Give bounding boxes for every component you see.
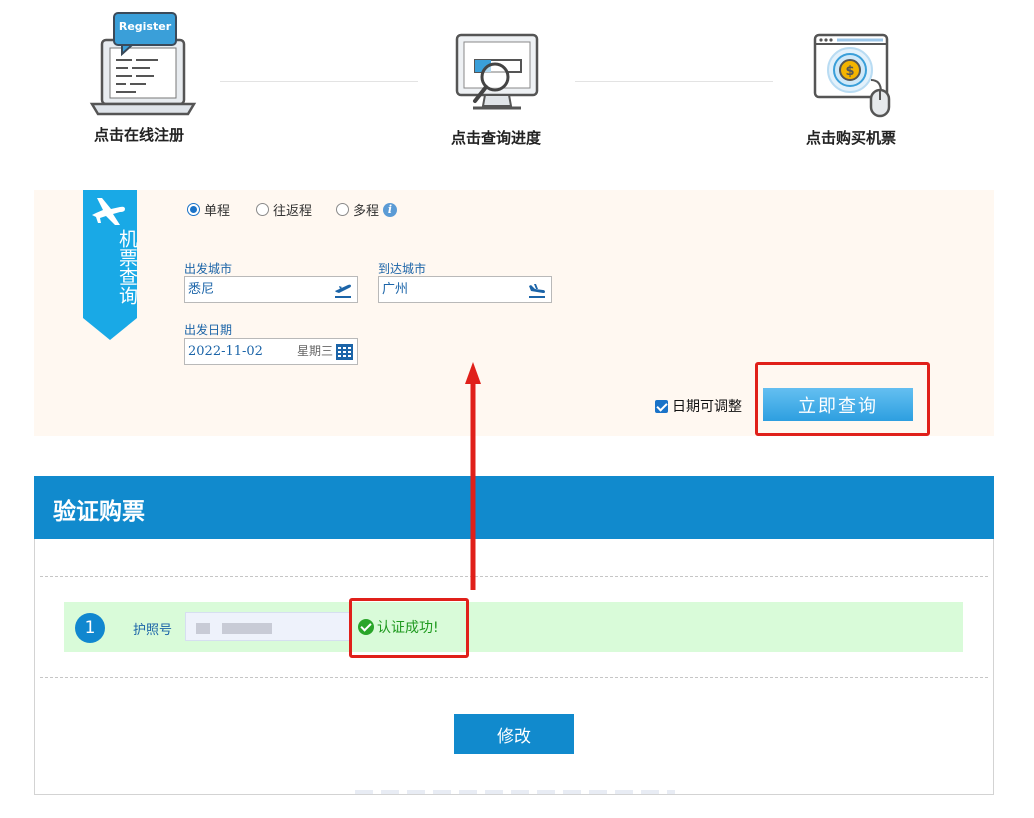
takeoff-icon bbox=[335, 284, 351, 298]
divider bbox=[40, 677, 988, 678]
multicity-label: 多程 bbox=[353, 204, 380, 219]
oneway-label: 单程 bbox=[204, 204, 231, 219]
oneway-radio[interactable] bbox=[187, 203, 200, 216]
search-ribbon-title: 机票查询 bbox=[116, 229, 138, 305]
info-icon[interactable]: i bbox=[383, 202, 398, 217]
trip-option-oneway[interactable]: 单程 bbox=[187, 200, 230, 219]
departure-city-value: 悉尼 bbox=[188, 282, 215, 297]
roundtrip-radio[interactable] bbox=[256, 203, 269, 216]
scan-artifact bbox=[355, 790, 675, 794]
annotation-arrow bbox=[465, 362, 481, 590]
departure-city-input[interactable]: 悉尼 bbox=[184, 276, 358, 303]
monitor-magnifier-icon bbox=[455, 33, 539, 110]
step-progress-label[interactable]: 点击查询进度 bbox=[451, 127, 541, 148]
departure-date-value: 2022-11-02 bbox=[188, 344, 263, 359]
redacted-value bbox=[222, 623, 272, 634]
modify-button[interactable]: 修改 bbox=[454, 714, 574, 754]
date-adjustable-checkbox[interactable] bbox=[655, 399, 668, 413]
passport-input[interactable] bbox=[185, 612, 350, 641]
departure-date-label: 出发日期 bbox=[184, 323, 233, 337]
annotation-box-status bbox=[349, 598, 469, 658]
date-adjustable-label: 日期可调整 bbox=[672, 399, 742, 415]
browser-coin-mouse-icon: $ bbox=[813, 33, 891, 118]
roundtrip-label: 往返程 bbox=[273, 204, 313, 219]
step-connector bbox=[575, 81, 773, 82]
svg-text:$: $ bbox=[845, 64, 854, 79]
arrival-city-value: 广州 bbox=[382, 282, 409, 297]
departure-date-input[interactable]: 2022-11-02 星期三 bbox=[184, 338, 358, 365]
row-number-badge: 1 bbox=[75, 613, 105, 643]
calendar-icon[interactable] bbox=[336, 344, 353, 360]
step-buy-label[interactable]: 点击购买机票 bbox=[806, 127, 896, 148]
departure-city-label: 出发城市 bbox=[184, 262, 233, 276]
multicity-radio[interactable] bbox=[336, 203, 349, 216]
date-adjustable-toggle[interactable]: 日期可调整 bbox=[655, 396, 742, 416]
divider bbox=[40, 576, 988, 577]
step-register-label[interactable]: 点击在线注册 bbox=[94, 124, 184, 145]
step-register[interactable]: Register bbox=[88, 10, 200, 120]
passport-label: 护照号 bbox=[133, 623, 173, 638]
step-buy[interactable]: $ bbox=[813, 32, 893, 118]
trip-option-multicity[interactable]: 多程 i bbox=[336, 200, 398, 219]
verify-title: 验证购票 bbox=[53, 499, 145, 525]
landing-icon bbox=[529, 284, 545, 298]
departure-weekday: 星期三 bbox=[296, 344, 333, 358]
arrival-city-input[interactable]: 广州 bbox=[378, 276, 552, 303]
register-badge: Register bbox=[118, 20, 172, 33]
trip-option-roundtrip[interactable]: 往返程 bbox=[256, 200, 312, 219]
verify-header bbox=[34, 476, 994, 539]
step-connector bbox=[220, 81, 418, 82]
annotation-box-search bbox=[755, 362, 930, 436]
redacted-value bbox=[196, 623, 210, 634]
step-progress[interactable] bbox=[455, 32, 539, 118]
arrival-city-label: 到达城市 bbox=[378, 262, 427, 276]
